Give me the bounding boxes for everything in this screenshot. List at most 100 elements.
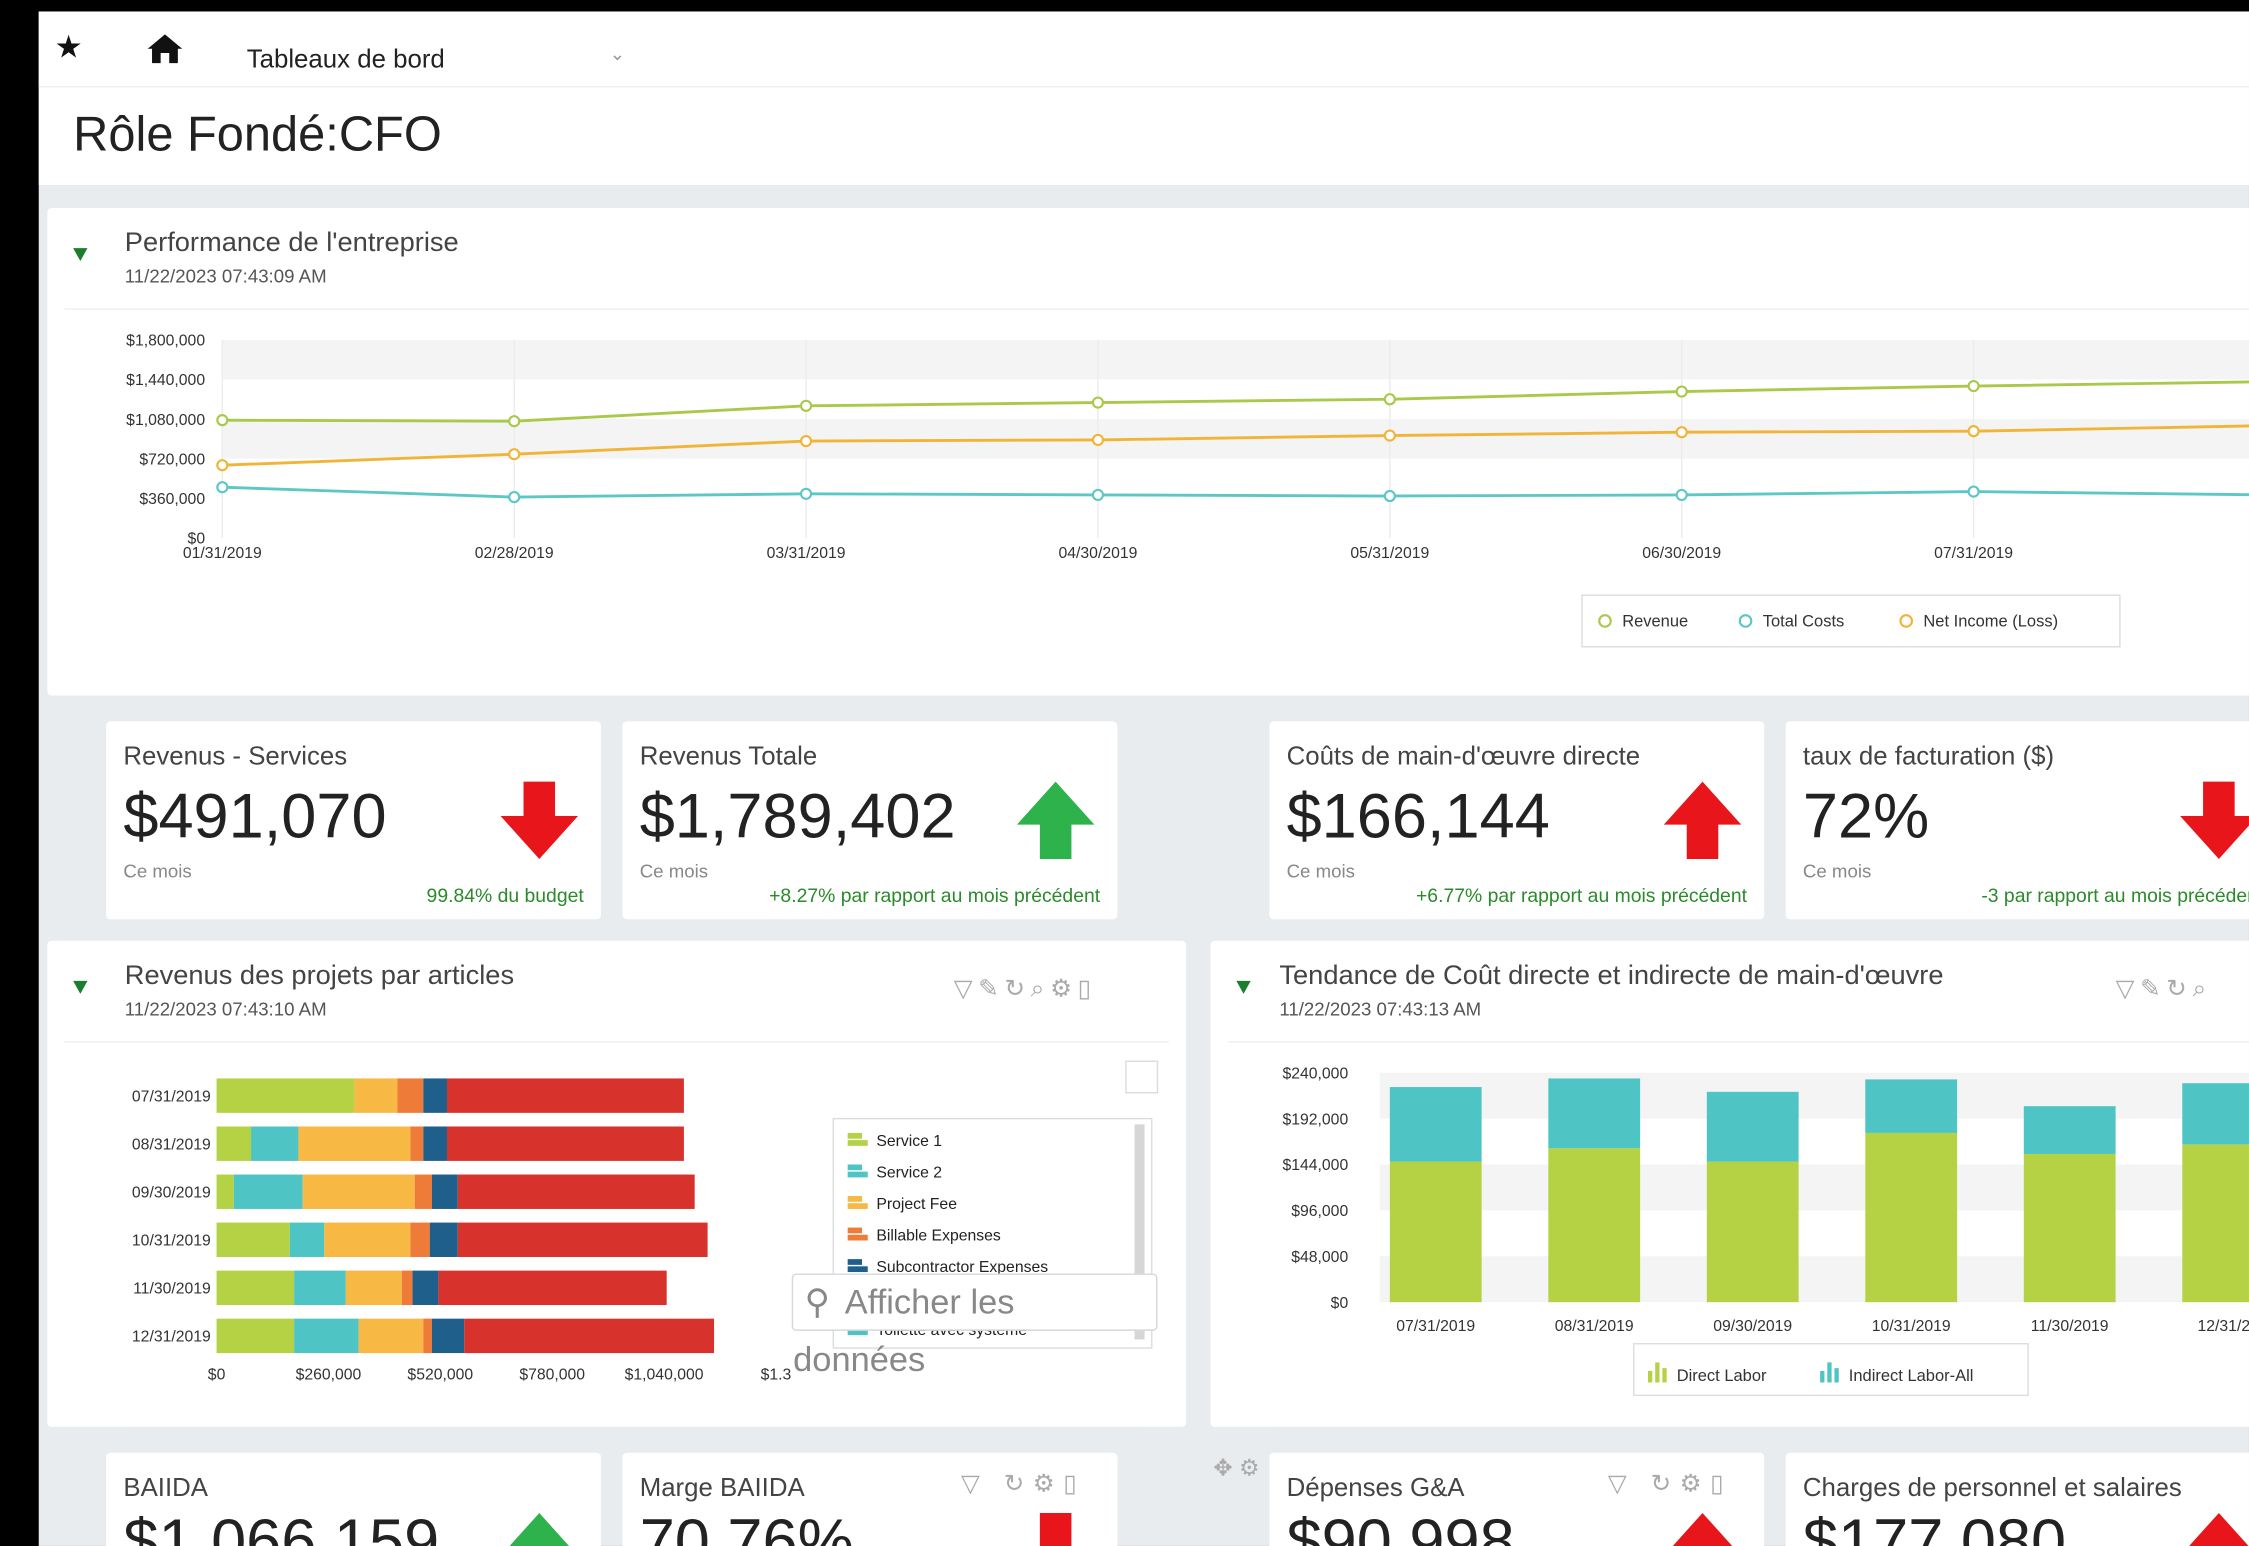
move-icon[interactable]: ✥ ⚙ (1213, 1454, 1259, 1483)
gear-icon[interactable]: ⚙ (1680, 1470, 1710, 1497)
kpi-card[interactable]: Charges de personnel et salaires $177,080 (1785, 1452, 2249, 1546)
x-tick-label: $260,000 (296, 1367, 362, 1384)
magnifier-icon: ⚲ (804, 1283, 830, 1323)
arrow-up-icon (509, 1512, 569, 1546)
kpi-comparison: +8.27% par rapport au mois précédent (769, 884, 1101, 907)
bar-segment (410, 1222, 430, 1257)
kpi-value: $90,998 (1286, 1507, 1515, 1546)
kpi-value: 72% (1802, 781, 1930, 852)
bar-segment (233, 1174, 303, 1209)
kpi-card[interactable]: Revenus - Services $491,070 Ce mois 99.84% … (106, 721, 601, 920)
bar-segment (423, 1318, 432, 1354)
filter-icon[interactable]: ▽ (954, 975, 978, 1002)
chevron-down-icon[interactable]: ⌄ (610, 43, 626, 66)
legend-label: Revenue (1622, 613, 1688, 631)
legend-label: Service 2 (876, 1164, 942, 1181)
collapse-triangle-icon[interactable] (73, 980, 88, 994)
data-point (508, 415, 521, 428)
data-point (1091, 488, 1105, 502)
kpi-card[interactable]: Coûts de main-d'œuvre directe $166,144 Ce … (1269, 721, 1765, 920)
bar-segment (216, 1126, 252, 1161)
data-point (1967, 485, 1980, 498)
kpi-value: 70.76% (639, 1507, 854, 1546)
legend-marker (847, 1132, 863, 1139)
filter-icon[interactable]: ▽ (961, 1470, 988, 1497)
y-tick-label: $360,000 (139, 491, 205, 508)
show-data-button[interactable]: ⚲ Afficher les données (791, 1273, 1158, 1380)
data-point (1383, 393, 1396, 406)
legend-marker (847, 1227, 863, 1234)
collapse-triangle-icon[interactable] (1236, 980, 1251, 994)
arrow-up-icon (2189, 1512, 2249, 1546)
data-point (1675, 385, 1688, 398)
legend: Direct Labor Indirect Labor-All (1632, 1343, 2029, 1397)
gear-icon[interactable]: ⚙ (1033, 1470, 1063, 1497)
bar-segment (216, 1078, 355, 1113)
bar-segment (431, 1318, 465, 1354)
bar-segment (2182, 1144, 2249, 1303)
legend-marker (1598, 614, 1612, 628)
kpi-period: Ce mois (639, 860, 709, 882)
trash-icon[interactable]: ▯ (1063, 1470, 1085, 1497)
trash-icon[interactable]: ▯ (1710, 1470, 1732, 1497)
y-tick-label: $1,440,000 (126, 372, 205, 389)
x-tick-label: $520,000 (407, 1367, 473, 1384)
kpi-value: $166,144 (1286, 781, 1550, 852)
data-point (1091, 396, 1105, 409)
bar-segment (457, 1174, 695, 1209)
legend-marker (847, 1140, 868, 1146)
x-tick-label: 07/31/2019 (1934, 545, 2013, 562)
data-point (508, 491, 521, 504)
arrow-up-icon (1016, 781, 1095, 860)
bar-segment (216, 1318, 295, 1354)
gear-icon[interactable]: ⚙ (1050, 975, 1078, 1002)
refresh-icon[interactable]: ↻ (2166, 975, 2192, 1002)
category-label: 12/31/2019 (132, 1329, 211, 1346)
legend-marker (1827, 1362, 1832, 1383)
kpi-card[interactable]: BAIIDA $1,066,159 (106, 1452, 601, 1546)
trash-icon[interactable]: ▯ (1078, 975, 1097, 1002)
performance-card: Performance de l'entreprise 11/22/2023 0… (47, 207, 2249, 696)
kpi-card[interactable]: Marge BAIIDA 70.76% ▽ ↻⚙▯ (622, 1452, 1118, 1546)
filter-icon[interactable]: ▽ (1608, 1470, 1635, 1497)
bar-segment (289, 1222, 325, 1257)
data-point (216, 481, 229, 494)
refresh-icon[interactable]: ↻ (1651, 1470, 1680, 1497)
dashboards-menu-label[interactable]: Tableaux de bord (247, 44, 445, 74)
projects-card: Revenus des projets par articles 11/22/2… (47, 940, 1187, 1427)
kpi-label: Marge BAIIDA (639, 1472, 805, 1502)
legend-marker (1834, 1368, 1839, 1383)
performance-title: Performance de l'entreprise (124, 228, 459, 259)
edit-icon[interactable]: ✎ (978, 975, 1004, 1002)
page-title: Rôle Fondé:CFO (73, 107, 442, 163)
kpi-period: Ce mois (123, 860, 192, 882)
legend-label: Direct Labor (1677, 1367, 1767, 1385)
search-icon[interactable]: ⌕ (2192, 975, 2211, 1002)
bar-segment (429, 1222, 458, 1257)
title-bar: Rôle Fondé:CFO (38, 87, 2249, 185)
edit-icon[interactable]: ✎ (2140, 975, 2166, 1002)
bar-segment (447, 1126, 684, 1161)
bar-segment (216, 1174, 234, 1209)
x-tick-label: 06/30/2019 (1642, 545, 1721, 562)
refresh-icon[interactable]: ↻ (1004, 1470, 1033, 1497)
home-icon[interactable] (145, 32, 185, 66)
filter-icon[interactable]: ▽ (2116, 975, 2140, 1002)
category-label: 10/31/2019 (132, 1233, 211, 1250)
refresh-icon[interactable]: ↻ (1004, 975, 1030, 1002)
performance-line-chart: $1,800,000 $1,440,000 $1,080,000 $720,000 $3… (126, 333, 2249, 648)
star-icon[interactable]: ★ (55, 29, 83, 66)
kpi-card[interactable]: taux de facturation ($) 72% Ce mois -3 par … (1785, 721, 2249, 920)
kpi-comparison: +6.77% par rapport au mois précédent (1415, 884, 1747, 907)
kpi-value: $1,066,159 (123, 1507, 440, 1546)
kpi-card[interactable]: Dépenses G&A $90,998 ▽ ↻⚙▯ (1269, 1452, 1765, 1546)
legend-label: Total Costs (1763, 613, 1845, 631)
collapse-triangle-icon[interactable] (73, 248, 88, 262)
legend-marker (847, 1234, 868, 1241)
bar-segment (2023, 1153, 2116, 1303)
data-point (799, 399, 813, 412)
kpi-card[interactable]: Revenus Totale $1,789,402 Ce mois +8.27% pa… (622, 721, 1118, 920)
search-icon[interactable]: ⌕ (1031, 975, 1050, 1002)
bar-segment (1865, 1079, 1958, 1133)
bar-segment (324, 1222, 411, 1257)
